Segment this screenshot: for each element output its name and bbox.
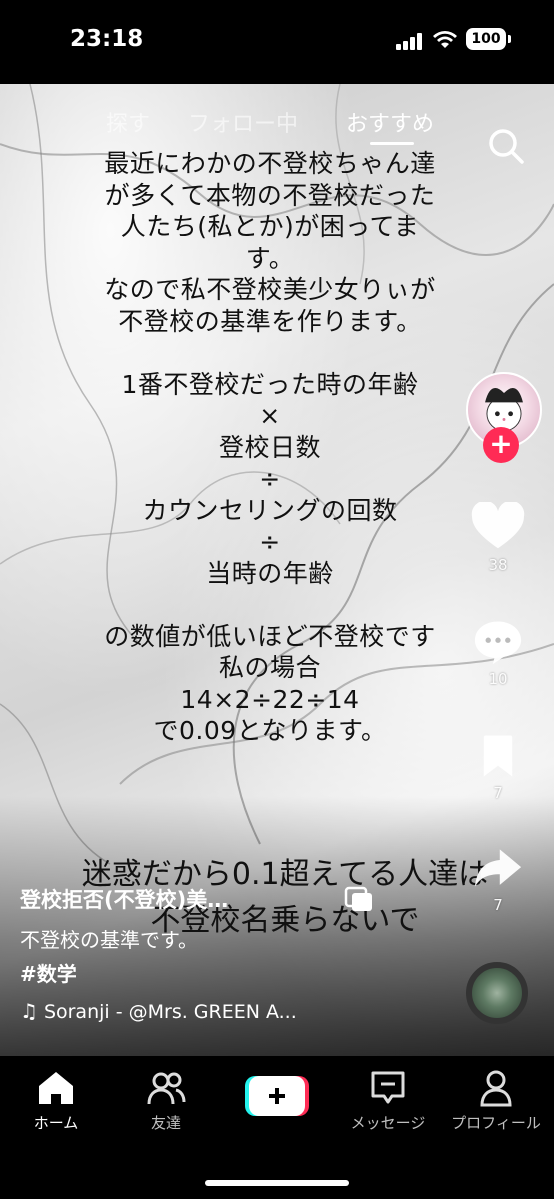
friends-icon [147, 1072, 186, 1105]
video-overlay-text: 最近にわかの不登校ちゃん達 が多くて本物の不登校だった 人たち(私とか)が困って… [104, 149, 436, 745]
comment-count: 10 [488, 670, 508, 688]
nav-messages-label: メッセージ [350, 1114, 426, 1132]
create-plus-button[interactable] [245, 1076, 309, 1116]
tab-for-you[interactable]: おすすめ [346, 106, 434, 138]
comment-icon [474, 621, 522, 665]
nav-messages[interactable]: メッセージ [338, 1068, 438, 1133]
music-link[interactable]: ♫ Soranji - @Mrs. GREEN A... [20, 999, 297, 1023]
nav-friends-label: 友達 [150, 1114, 181, 1132]
bottom-navigation: ホーム 友達 メッセージ プロフィール [0, 1056, 554, 1199]
follow-plus-button[interactable]: + [483, 427, 519, 463]
video-description: 不登校の基準です。 [20, 928, 198, 952]
comment-button[interactable]: 10 [468, 618, 528, 688]
share-count: 7 [493, 896, 503, 914]
wifi-icon [433, 31, 457, 48]
music-note-icon: ♫ [20, 999, 38, 1023]
save-count: 7 [493, 784, 503, 802]
playlist-icon[interactable] [344, 886, 374, 912]
home-indicator [205, 1180, 349, 1186]
status-bar: 23:18 100 [0, 0, 554, 84]
share-button[interactable]: 7 [468, 844, 528, 914]
video-title[interactable]: 登校拒否(不登校)美… [20, 884, 228, 914]
tab-active-indicator [370, 142, 414, 145]
nav-profile[interactable]: プロフィール [446, 1068, 546, 1133]
battery-indicator: 100 [466, 28, 506, 50]
like-button[interactable]: 38 [468, 500, 528, 574]
save-button[interactable]: 7 [468, 732, 528, 802]
feed-tabs: 探す フォロー中 おすすめ [0, 106, 554, 164]
search-icon[interactable] [486, 126, 526, 166]
message-icon [371, 1071, 405, 1104]
cellular-signal-icon [396, 32, 426, 50]
tab-explore[interactable]: 探す [106, 106, 150, 138]
nav-friends[interactable]: 友達 [116, 1068, 216, 1133]
nav-home[interactable]: ホーム [6, 1068, 106, 1133]
battery-tip [508, 35, 511, 43]
like-count: 38 [488, 556, 508, 574]
heart-icon [471, 500, 525, 549]
music-disc-icon[interactable] [466, 962, 528, 1024]
nav-home-label: ホーム [33, 1114, 79, 1132]
share-arrow-icon [474, 849, 522, 887]
profile-icon [480, 1070, 512, 1107]
home-icon [39, 1072, 73, 1104]
nav-profile-label: プロフィール [451, 1114, 541, 1132]
music-title: Soranji - @Mrs. GREEN A... [43, 1001, 297, 1023]
video-player[interactable]: 探す フォロー中 おすすめ 最近にわかの不登校ちゃん達 が多くて本物の不登校だっ… [0, 84, 554, 1056]
hashtag-link[interactable]: #数学 [20, 958, 77, 987]
bookmark-icon [483, 735, 513, 777]
status-time: 23:18 [70, 26, 144, 52]
tab-following[interactable]: フォロー中 [188, 106, 298, 138]
